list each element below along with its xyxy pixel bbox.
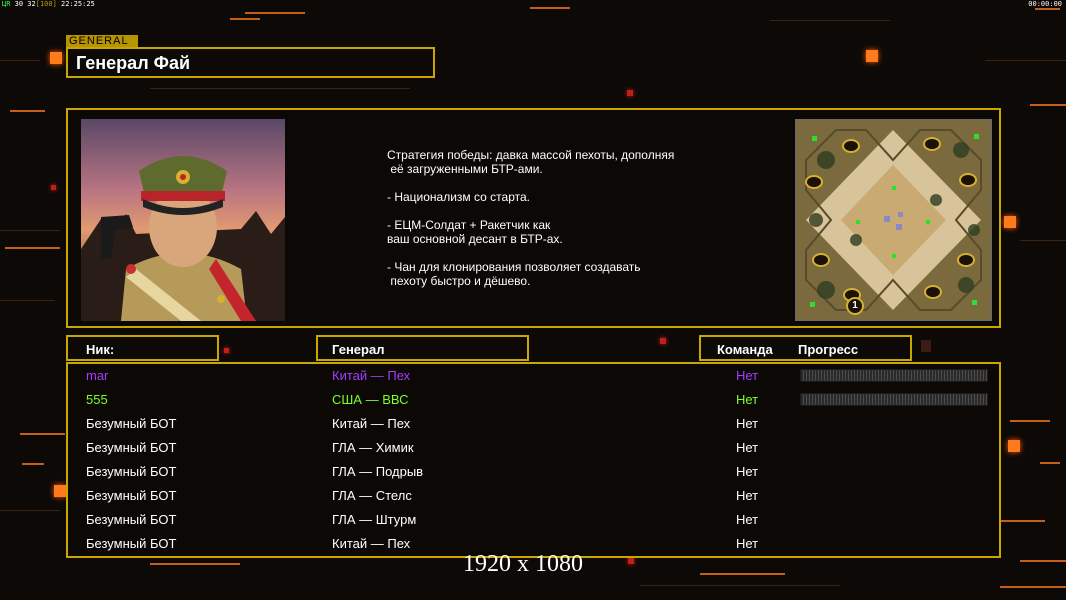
player-progress-bar <box>800 393 988 406</box>
header-progress-label: Прогресс <box>798 342 859 357</box>
player-team[interactable]: Нет <box>736 392 758 407</box>
hud-clock: 22:25:25 <box>56 0 95 8</box>
minimap: 1 <box>795 119 992 321</box>
player-row[interactable]: Безумный БОТ ГЛА — Химик Нет <box>68 437 999 461</box>
player-general[interactable]: ГЛА — Подрыв <box>332 464 423 479</box>
player-general[interactable]: Китай — Пех <box>332 416 410 431</box>
player-row[interactable]: Безумный БОТ ГЛА — Стелс Нет <box>68 485 999 509</box>
player-row[interactable]: Безумный БОТ ГЛА — Подрыв Нет <box>68 461 999 485</box>
general-tag: GENERAL <box>66 35 138 47</box>
player-team[interactable]: Нет <box>736 488 758 503</box>
minimap-marker: 1 <box>846 297 864 315</box>
player-nick: Безумный БОТ <box>86 488 177 503</box>
hud-timer: 00:00:00 <box>1028 0 1062 8</box>
player-general[interactable]: ГЛА — Штурм <box>332 512 416 527</box>
players-table: mar Китай — Пех Нет 555 США — ВВС Нет Безумный… <box>66 362 1001 558</box>
player-row[interactable]: Безумный БОТ ГЛА — Штурм Нет <box>68 509 999 533</box>
general-name: Генерал Фай <box>76 53 191 73</box>
resolution-caption: 1920 x 1080 <box>463 551 583 577</box>
player-team[interactable]: Нет <box>736 440 758 455</box>
hud-bracket-value: [100] <box>35 0 57 8</box>
player-progress-bar <box>800 369 988 382</box>
player-nick: Безумный БОТ <box>86 440 177 455</box>
general-title-box: Генерал Фай <box>66 47 435 78</box>
player-general[interactable]: Китай — Пех <box>332 536 410 551</box>
player-team[interactable]: Нет <box>736 368 758 383</box>
header-team-progress: Команда Прогресс <box>699 335 912 361</box>
player-nick: Безумный БОТ <box>86 512 177 527</box>
player-nick: Безумный БОТ <box>86 536 177 551</box>
player-team[interactable]: Нет <box>736 464 758 479</box>
player-general[interactable]: США — ВВС <box>332 392 409 407</box>
general-info-panel: Стратегия победы: давка массой пехоты, д… <box>66 108 1001 328</box>
player-row[interactable]: mar Китай — Пех Нет <box>68 365 999 389</box>
player-team[interactable]: Нет <box>736 416 758 431</box>
header-nick-label: Ник: <box>86 342 115 357</box>
header-general: Генерал <box>316 335 529 361</box>
player-row[interactable]: 555 США — ВВС Нет <box>68 389 999 413</box>
hud-status: ЦR 30 32[100] 22:25:25 <box>2 0 95 8</box>
player-team[interactable]: Нет <box>736 512 758 527</box>
general-portrait <box>81 119 285 321</box>
header-general-label: Генерал <box>332 342 385 357</box>
player-general[interactable]: Китай — Пех <box>332 368 410 383</box>
player-nick: Безумный БОТ <box>86 416 177 431</box>
player-row[interactable]: Безумный БОТ Китай — Пех Нет <box>68 413 999 437</box>
player-team[interactable]: Нет <box>736 536 758 551</box>
header-team-label: Команда <box>717 342 773 357</box>
player-nick: Безумный БОТ <box>86 464 177 479</box>
hud-values: 30 32 <box>10 0 36 8</box>
strategy-text: Стратегия победы: давка массой пехоты, д… <box>387 148 675 288</box>
player-general[interactable]: ГЛА — Стелс <box>332 488 412 503</box>
player-general[interactable]: ГЛА — Химик <box>332 440 414 455</box>
player-nick: mar <box>86 368 109 383</box>
player-nick: 555 <box>86 392 108 407</box>
header-nick: Ник: <box>66 335 219 361</box>
